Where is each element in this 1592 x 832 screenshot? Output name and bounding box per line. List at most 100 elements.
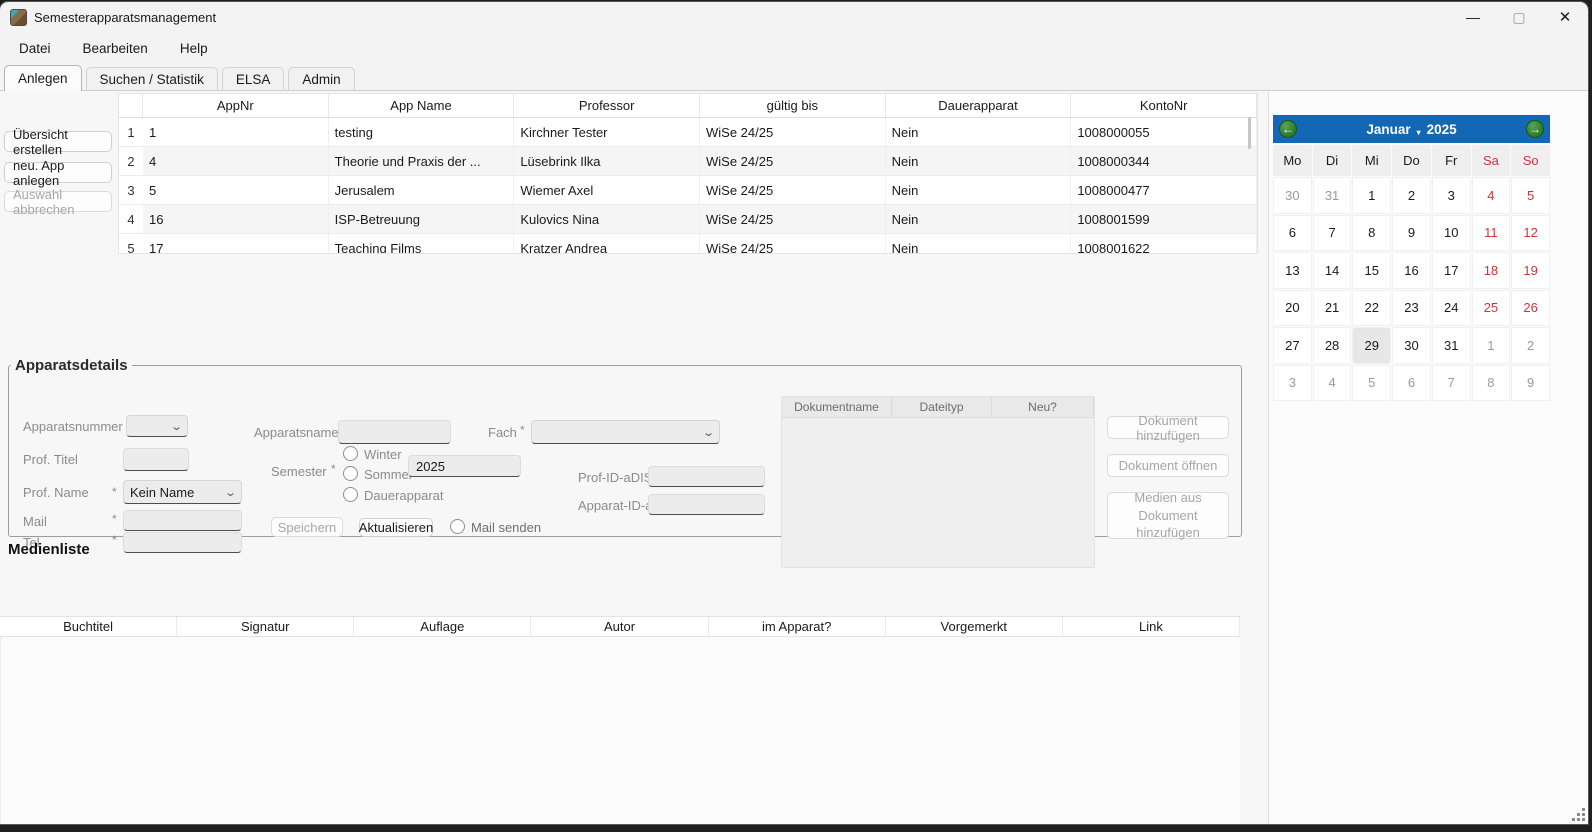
tel-input[interactable] <box>123 532 242 553</box>
apparat-id-adis-input[interactable] <box>648 494 765 515</box>
calendar-day[interactable]: 23 <box>1392 290 1431 327</box>
media-col-header[interactable]: Buchtitel <box>0 617 177 636</box>
tab-admin[interactable]: Admin <box>288 67 354 91</box>
calendar-day[interactable]: 4 <box>1313 365 1352 402</box>
calendar-day[interactable]: 1 <box>1472 327 1511 364</box>
calendar-year[interactable]: 2025 <box>1427 122 1457 137</box>
calendar-day[interactable]: 7 <box>1313 215 1352 252</box>
calendar-day[interactable]: 25 <box>1472 290 1511 327</box>
maximize-button[interactable]: ▢ <box>1496 2 1542 32</box>
sidebar-button-2[interactable]: neu. App anlegen <box>4 162 112 183</box>
calendar-day[interactable]: 3 <box>1273 365 1312 402</box>
calendar-day-today[interactable]: 29 <box>1352 327 1391 364</box>
medienliste-body[interactable] <box>0 637 1240 824</box>
calendar-day[interactable]: 8 <box>1472 365 1511 402</box>
scrollbar-thumb[interactable] <box>1248 117 1251 149</box>
calendar-prev-icon[interactable]: ← <box>1279 120 1297 138</box>
calendar-day[interactable]: 10 <box>1432 215 1471 252</box>
prof-id-adis-input[interactable] <box>648 466 765 487</box>
sidebar-button-3[interactable]: Auswahl abbrechen <box>4 191 112 212</box>
semester-year-input[interactable]: 2025 <box>408 455 521 477</box>
calendar-day[interactable]: 18 <box>1472 252 1511 289</box>
calendar-day[interactable]: 8 <box>1352 215 1391 252</box>
media-col-header[interactable]: Vorgemerkt <box>886 617 1063 636</box>
calendar-day[interactable]: 27 <box>1273 327 1312 364</box>
calendar-day[interactable]: 13 <box>1273 252 1312 289</box>
calendar-day[interactable]: 26 <box>1511 290 1550 327</box>
calendar-day[interactable]: 22 <box>1352 290 1391 327</box>
calendar-next-icon[interactable]: → <box>1526 120 1544 138</box>
medien-aus-dokument-button[interactable]: Medien aus Dokument hinzufügen <box>1107 492 1229 539</box>
calendar-day[interactable]: 6 <box>1392 365 1431 402</box>
table-row[interactable]: 517Teaching FilmsKratzer AndreaWiSe 24/2… <box>119 234 1257 254</box>
menu-item-help[interactable]: Help <box>176 38 212 59</box>
apps-col-header[interactable]: AppNr <box>143 94 329 117</box>
table-row[interactable]: 11testingKirchner TesterWiSe 24/25Nein10… <box>119 118 1257 147</box>
calendar-month[interactable]: Januar <box>1366 122 1410 137</box>
calendar-day[interactable]: 31 <box>1432 327 1471 364</box>
apps-table-scrollbar[interactable] <box>1247 95 1252 250</box>
tab-anlegen[interactable]: Anlegen <box>4 65 82 91</box>
calendar-day[interactable]: 2 <box>1511 327 1550 364</box>
dokument-oeffnen-button[interactable]: Dokument öffnen <box>1107 454 1229 477</box>
calendar-day[interactable]: 5 <box>1511 177 1550 214</box>
doc-col-header[interactable]: Dokumentname <box>782 397 892 417</box>
tab-suchenstatistik[interactable]: Suchen / Statistik <box>86 67 218 91</box>
doc-col-header[interactable]: Dateityp <box>892 397 992 417</box>
apps-table[interactable]: AppNrApp NameProfessorgültig bisDauerapp… <box>118 93 1258 254</box>
prof-name-combo[interactable]: Kein Name⌄ <box>123 480 242 504</box>
calendar-day[interactable]: 24 <box>1432 290 1471 327</box>
calendar-day[interactable]: 14 <box>1313 252 1352 289</box>
calendar-day[interactable]: 21 <box>1313 290 1352 327</box>
calendar-day[interactable]: 7 <box>1432 365 1471 402</box>
calendar-day[interactable]: 20 <box>1273 290 1312 327</box>
menu-item-bearbeiten[interactable]: Bearbeiten <box>79 38 152 59</box>
calendar-day[interactable]: 16 <box>1392 252 1431 289</box>
calendar-day[interactable]: 15 <box>1352 252 1391 289</box>
calendar-day[interactable]: 12 <box>1511 215 1550 252</box>
calendar-day[interactable]: 1 <box>1352 177 1391 214</box>
calendar-day[interactable]: 9 <box>1392 215 1431 252</box>
mail-input[interactable] <box>123 510 242 531</box>
calendar-title[interactable]: Januar▾ 2025 <box>1366 122 1456 137</box>
documents-table[interactable]: DokumentnameDateitypNeu? <box>781 396 1095 568</box>
media-col-header[interactable]: Autor <box>531 617 708 636</box>
apps-col-header[interactable]: KontoNr <box>1071 94 1257 117</box>
table-row[interactable]: 24Theorie und Praxis der ...Lüsebrink Il… <box>119 147 1257 176</box>
calendar-day[interactable]: 31 <box>1313 177 1352 214</box>
dauerapparat-radio[interactable] <box>343 487 358 502</box>
menu-item-datei[interactable]: Datei <box>15 38 55 59</box>
calendar-day[interactable]: 6 <box>1273 215 1312 252</box>
apps-col-header[interactable]: App Name <box>329 94 515 117</box>
calendar-day[interactable]: 3 <box>1432 177 1471 214</box>
winter-radio[interactable] <box>343 446 358 461</box>
aktualisieren-button[interactable]: Aktualisieren <box>359 518 433 537</box>
table-row[interactable]: 416ISP-BetreuungKulovics NinaWiSe 24/25N… <box>119 205 1257 234</box>
apps-col-header[interactable]: Dauerapparat <box>886 94 1072 117</box>
doc-col-header[interactable]: Neu? <box>992 397 1094 417</box>
media-col-header[interactable]: Signatur <box>177 617 354 636</box>
calendar-day[interactable]: 17 <box>1432 252 1471 289</box>
dokument-hinzufuegen-button[interactable]: Dokument hinzufügen <box>1107 416 1229 439</box>
apparatsnummer-combo[interactable]: ⌄ <box>126 415 188 437</box>
calendar-day[interactable]: 19 <box>1511 252 1550 289</box>
media-col-header[interactable]: Link <box>1063 617 1240 636</box>
prof-titel-input[interactable] <box>123 448 189 471</box>
tab-elsa[interactable]: ELSA <box>222 67 285 91</box>
resize-grip[interactable] <box>1571 807 1585 821</box>
sidebar-button-1[interactable]: Übersicht erstellen <box>4 131 112 152</box>
close-button[interactable]: ✕ <box>1542 2 1588 32</box>
media-col-header[interactable]: im Apparat? <box>709 617 886 636</box>
calendar-day[interactable]: 2 <box>1392 177 1431 214</box>
calendar-day[interactable]: 30 <box>1273 177 1312 214</box>
apps-col-header[interactable]: Professor <box>514 94 700 117</box>
media-col-header[interactable]: Auflage <box>354 617 531 636</box>
calendar-day[interactable]: 30 <box>1392 327 1431 364</box>
apps-col-header[interactable]: gültig bis <box>700 94 886 117</box>
sommer-radio[interactable] <box>343 466 358 481</box>
mail-senden-checkbox[interactable] <box>450 519 465 534</box>
calendar-day[interactable]: 5 <box>1352 365 1391 402</box>
table-row[interactable]: 35JerusalemWiemer AxelWiSe 24/25Nein1008… <box>119 176 1257 205</box>
calendar-day[interactable]: 9 <box>1511 365 1550 402</box>
calendar-day[interactable]: 4 <box>1472 177 1511 214</box>
